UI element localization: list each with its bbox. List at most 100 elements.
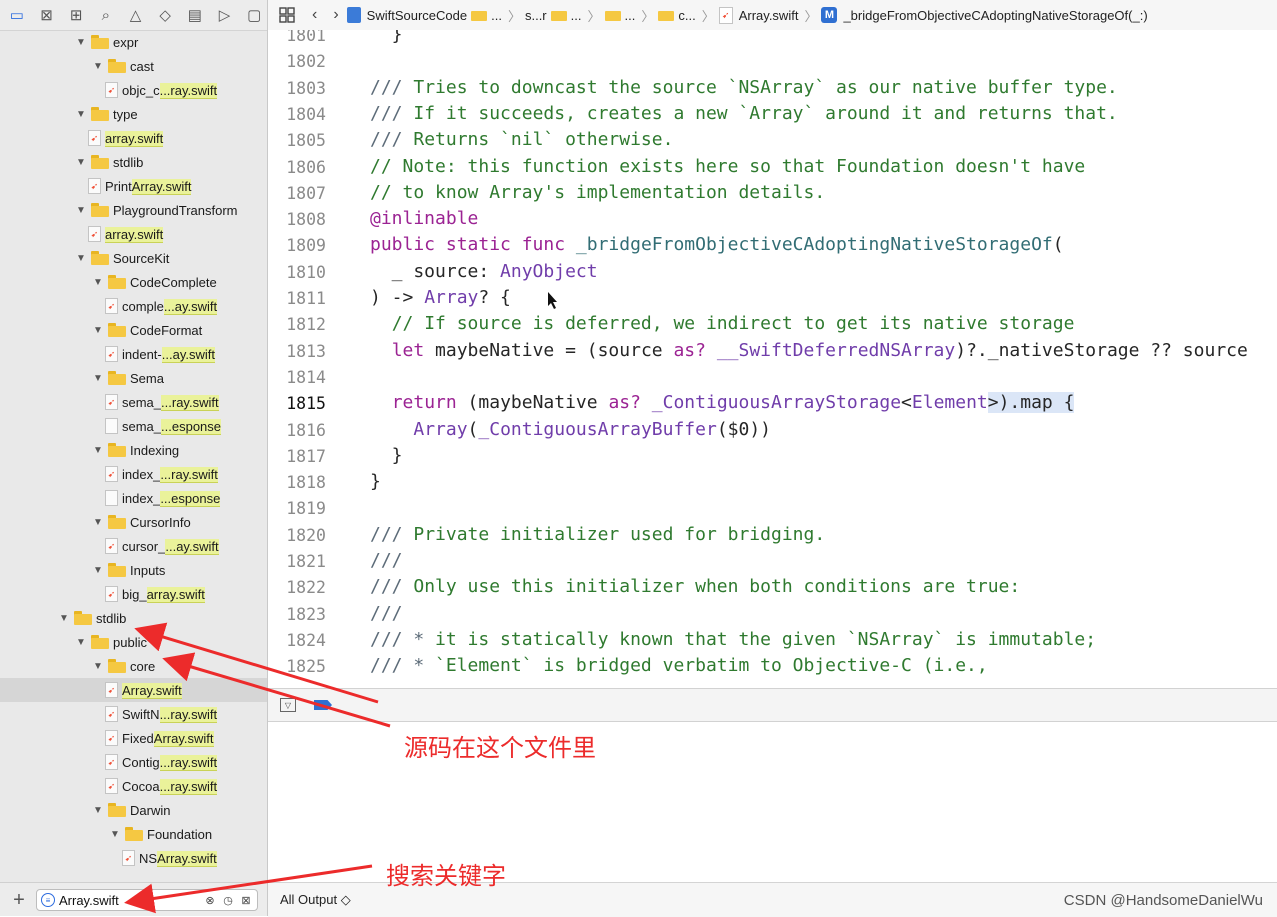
disclosure-triangle-icon[interactable]: ▼ (109, 829, 121, 840)
breadcrumb-project[interactable]: SwiftSourceCode (346, 7, 467, 23)
forward-arrow-icon[interactable]: › (333, 6, 338, 24)
tree-folder[interactable]: ▼ SourceKit (0, 246, 267, 270)
clear-icon[interactable]: ⊗ (203, 893, 217, 907)
disclosure-triangle-icon[interactable]: ▼ (92, 517, 104, 528)
tree-file[interactable]: ➹ index_...ray.swift (0, 462, 267, 486)
filter-input[interactable]: Array.swift (59, 893, 203, 908)
tree-file[interactable]: ➹ sema_...ray.swift (0, 390, 267, 414)
breakpoints-toggle-icon[interactable] (314, 700, 332, 710)
code-line[interactable]: 1818} (268, 471, 1277, 497)
code-line[interactable]: 1820 /// Private initializer used for bri… (268, 524, 1277, 550)
tree-file[interactable]: ➹ comple...ay.swift (0, 294, 267, 318)
code-line[interactable]: 1810 _ source: AnyObject (268, 261, 1277, 287)
code-line[interactable]: 1805 /// Returns `nil` otherwise. (268, 129, 1277, 155)
disclosure-triangle-icon[interactable]: ▼ (75, 637, 87, 648)
related-items-icon[interactable] (278, 6, 296, 24)
code-line[interactable]: 1809 public static func _bridgeFromObject… (268, 234, 1277, 260)
tree-folder[interactable]: ▼ stdlib (0, 150, 267, 174)
code-line[interactable]: 1819 (268, 497, 1277, 523)
breadcrumb-method[interactable]: M _bridgeFromObjectiveCAdoptingNativeSto… (821, 7, 1148, 23)
tree-file[interactable]: index_...esponse (0, 486, 267, 510)
issue-icon[interactable]: △ (123, 4, 149, 26)
disclosure-triangle-icon[interactable]: ▼ (92, 373, 104, 384)
tree-file[interactable]: ➹ NSArray.swift (0, 846, 267, 870)
disclosure-triangle-icon[interactable]: ▼ (92, 565, 104, 576)
disclosure-triangle-icon[interactable]: ▼ (75, 157, 87, 168)
tree-file[interactable]: ➹ indent-...ay.swift (0, 342, 267, 366)
code-line[interactable]: 1825 /// * `Element` is bridged verbatim … (268, 655, 1277, 681)
tree-folder[interactable]: ▼ Indexing (0, 438, 267, 462)
tree-folder[interactable]: ▼ type (0, 102, 267, 126)
breadcrumb-file[interactable]: ➹ Array.swift (718, 6, 798, 24)
source-control-filter-icon[interactable]: ⊠ (239, 893, 253, 907)
tree-folder[interactable]: ▼ Darwin (0, 798, 267, 822)
tree-file[interactable]: ➹ Array.swift (0, 678, 267, 702)
tree-folder[interactable]: ▼ CodeFormat (0, 318, 267, 342)
disclosure-triangle-icon[interactable]: ▼ (75, 37, 87, 48)
filter-field[interactable]: ≡ Array.swift ⊗ ◷ ⊠ (36, 889, 258, 911)
code-line[interactable]: 1812 // If source is deferred, we indire… (268, 313, 1277, 339)
tree-folder[interactable]: ▼ PlaygroundTransform (0, 198, 267, 222)
add-file-button[interactable]: + (8, 889, 30, 912)
code-line[interactable]: 1816 Array(_ContiguousArrayBuffer($0)) (268, 419, 1277, 445)
back-arrow-icon[interactable]: ‹ (312, 6, 317, 24)
code-line[interactable]: 1804 /// If it succeeds, creates a new `A… (268, 103, 1277, 129)
tree-file[interactable]: ➹ Cocoa...ray.swift (0, 774, 267, 798)
tree-folder[interactable]: ▼ Sema (0, 366, 267, 390)
breadcrumb-folder-1[interactable]: ... (471, 8, 502, 23)
code-line[interactable]: 1808 @inlinable (268, 208, 1277, 234)
symbol-navigator-icon[interactable]: ⊞ (63, 4, 89, 26)
disclosure-triangle-icon[interactable]: ▼ (75, 205, 87, 216)
tree-folder[interactable]: ▼ CodeComplete (0, 270, 267, 294)
find-icon[interactable]: ⌕ (93, 4, 119, 26)
output-filter-select[interactable]: All Output ◇ (280, 892, 351, 908)
code-line[interactable]: 1807 // to know Array's implementation de… (268, 182, 1277, 208)
tree-folder[interactable]: ▼ stdlib (0, 606, 267, 630)
tree-file[interactable]: ➹ Contig...ray.swift (0, 750, 267, 774)
code-line[interactable]: 1813 let maybeNative = (source as? __Swi… (268, 340, 1277, 366)
tree-folder[interactable]: ▼ core (0, 654, 267, 678)
source-editor[interactable]: 1801 } 1802 1803/// Tries to downcast the … (268, 30, 1277, 688)
tree-file[interactable]: ➹ big_array.swift (0, 582, 267, 606)
code-line[interactable]: 1815 return (maybeNative as? _Contiguous… (268, 392, 1277, 418)
report-icon[interactable]: ▢ (241, 4, 267, 26)
disclosure-triangle-icon[interactable]: ▼ (58, 613, 70, 624)
breakpoint-icon[interactable]: ▷ (212, 4, 238, 26)
disclosure-triangle-icon[interactable]: ▼ (92, 61, 104, 72)
code-line[interactable]: 1814 (268, 366, 1277, 392)
project-navigator-icon[interactable]: ▭ (4, 4, 30, 26)
code-line[interactable]: 1824 /// * it is statically known that th… (268, 629, 1277, 655)
disclosure-triangle-icon[interactable]: ▼ (92, 661, 104, 672)
tree-file[interactable]: ➹ array.swift (0, 126, 267, 150)
tree-folder[interactable]: ▼ expr (0, 30, 267, 54)
tree-file[interactable]: ➹ PrintArray.swift (0, 174, 267, 198)
hide-debug-area-icon[interactable]: ▽ (280, 698, 296, 712)
breadcrumb-folder-4[interactable]: ... (604, 8, 635, 23)
breadcrumb-folder-2[interactable]: s...r (525, 8, 547, 23)
disclosure-triangle-icon[interactable]: ▼ (92, 325, 104, 336)
breadcrumb-folder-3[interactable]: ... (550, 8, 581, 23)
debug-icon[interactable]: ▤ (182, 4, 208, 26)
tree-folder[interactable]: ▼ public (0, 630, 267, 654)
tree-file[interactable]: ➹ array.swift (0, 222, 267, 246)
code-line[interactable]: 1823 /// (268, 603, 1277, 629)
disclosure-triangle-icon[interactable]: ▼ (92, 805, 104, 816)
tree-folder[interactable]: ▼ cast (0, 54, 267, 78)
tree-folder[interactable]: ▼ Inputs (0, 558, 267, 582)
code-line[interactable]: 1802 (268, 50, 1277, 76)
tree-folder[interactable]: ▼ Foundation (0, 822, 267, 846)
code-line[interactable]: 1806 // Note: this function exists here s… (268, 156, 1277, 182)
breadcrumb-folder-5[interactable]: c... (658, 8, 696, 23)
disclosure-triangle-icon[interactable]: ▼ (75, 109, 87, 120)
disclosure-triangle-icon[interactable]: ▼ (92, 445, 104, 456)
disclosure-triangle-icon[interactable]: ▼ (75, 253, 87, 264)
tree-file[interactable]: ➹ cursor_...ay.swift (0, 534, 267, 558)
test-icon[interactable]: ◇ (152, 4, 178, 26)
recent-files-icon[interactable]: ◷ (221, 893, 235, 907)
tree-file[interactable]: ➹ SwiftN...ray.swift (0, 702, 267, 726)
tree-folder[interactable]: ▼ CursorInfo (0, 510, 267, 534)
disclosure-triangle-icon[interactable]: ▼ (92, 277, 104, 288)
code-line[interactable]: 1801 } (268, 30, 1277, 50)
code-line[interactable]: 1803 /// Tries to downcast the source `NS… (268, 77, 1277, 103)
code-line[interactable]: 1817 } (268, 445, 1277, 471)
